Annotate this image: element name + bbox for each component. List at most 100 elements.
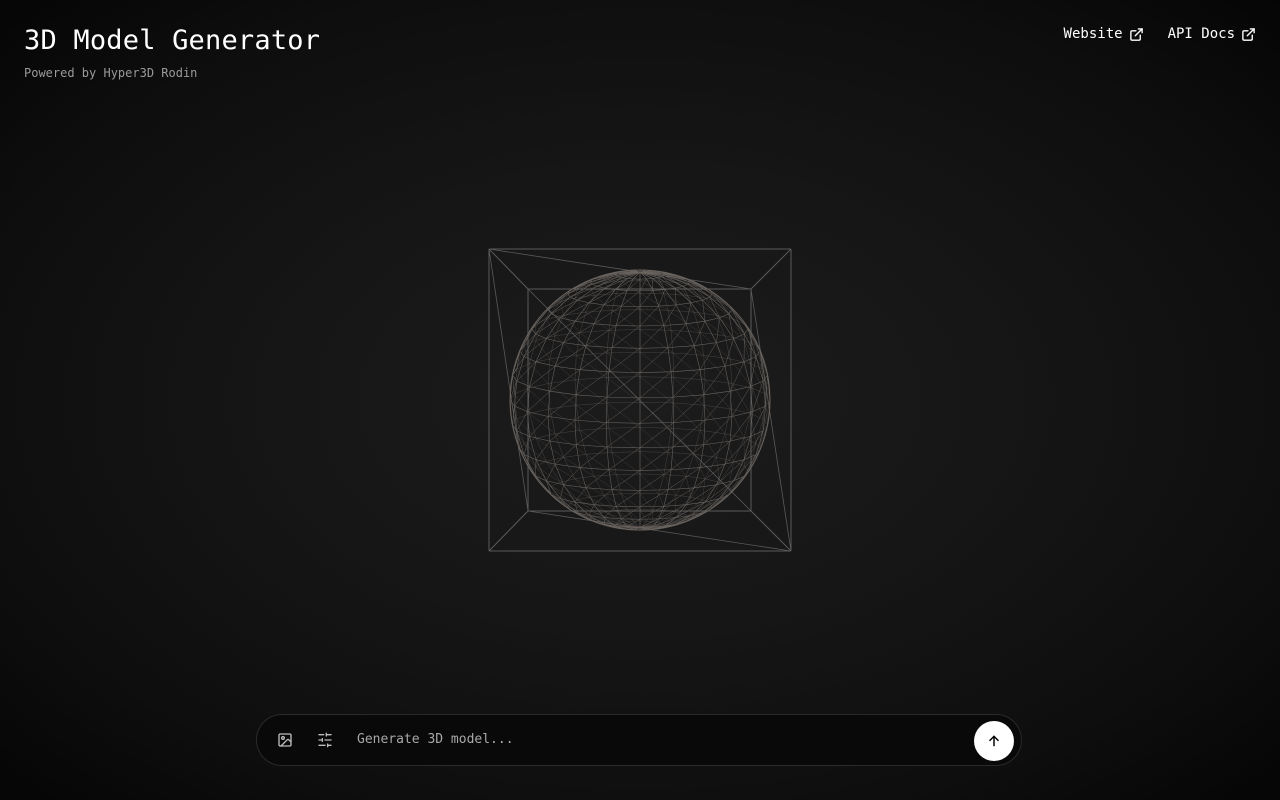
sphere-edge: [733, 438, 745, 462]
sphere-edge: [639, 347, 668, 349]
sphere-edge: [563, 457, 576, 479]
sphere-edge: [639, 376, 674, 403]
sphere-edge: [724, 366, 731, 392]
sphere-edge: [652, 509, 665, 511]
sphere-edge: [724, 441, 731, 465]
wireframe-model[interactable]: [480, 240, 800, 560]
sphere-edge: [608, 371, 641, 373]
sphere-edge: [702, 299, 720, 318]
sphere-edge: [731, 386, 751, 417]
sphere-edge: [606, 402, 641, 428]
sphere-edge: [639, 422, 674, 424]
sphere-edge: [765, 375, 768, 407]
sphere-edge: [594, 323, 617, 326]
sphere-edge: [574, 501, 595, 505]
sphere-edge: [551, 494, 568, 507]
sphere-edge: [639, 376, 674, 378]
sphere-edge: [551, 293, 568, 306]
sphere-edge: [672, 352, 704, 356]
sphere-edge: [576, 371, 610, 396]
sphere-edge: [549, 441, 556, 465]
sphere-edge: [535, 361, 556, 367]
sphere-edge: [523, 338, 547, 357]
sphere-edge: [639, 427, 669, 453]
sphere-edge: [523, 436, 530, 455]
sphere-edge: [683, 513, 689, 516]
website-link[interactable]: Website: [1064, 26, 1144, 42]
sphere-edge: [579, 332, 608, 354]
sphere-edge: [639, 489, 668, 491]
sphere-edge: [672, 444, 704, 448]
sphere-edge: [549, 440, 577, 445]
sphere-edge: [611, 325, 617, 348]
sphere-edge: [535, 335, 556, 341]
sphere-edge: [639, 325, 664, 327]
sliders-icon: [318, 732, 332, 748]
sphere-edge: [585, 323, 595, 346]
sphere-edge: [603, 290, 628, 306]
sphere-edge: [639, 469, 672, 491]
sphere-edge: [535, 340, 550, 359]
sphere-edge: [523, 443, 547, 462]
sphere-edge: [639, 290, 654, 307]
sphere-edge: [616, 474, 641, 494]
sphere-edge: [576, 402, 608, 406]
sphere-edge: [652, 278, 666, 290]
frame-edge: [488, 248, 529, 290]
sphere-edge: [699, 369, 705, 395]
sphere-edge: [699, 444, 705, 468]
frame-edge: [750, 248, 792, 290]
sphere-edge: [716, 342, 726, 367]
sphere-edge: [606, 377, 641, 403]
sphere-edge: [667, 467, 701, 490]
sphere-edge: [579, 330, 609, 333]
sphere-edge: [639, 371, 672, 399]
sphere-edge: [591, 513, 597, 516]
sphere-edge: [614, 278, 628, 290]
sphere-edge: [577, 299, 589, 304]
sphere-edge: [744, 323, 761, 352]
sphere-edge: [523, 323, 536, 346]
sphere-edge: [658, 493, 665, 511]
sphere-edge: [667, 310, 701, 333]
sphere-edge: [673, 394, 704, 423]
model-viewport[interactable]: [480, 240, 800, 560]
sphere-edge: [603, 289, 616, 306]
sphere-edge: [657, 277, 676, 289]
sphere-edge: [606, 376, 641, 378]
sphere-edge: [606, 423, 641, 448]
sphere-edge: [672, 402, 704, 406]
prompt-input[interactable]: [357, 728, 957, 750]
sphere-edge: [514, 393, 530, 414]
api-docs-link[interactable]: API Docs: [1168, 26, 1256, 42]
sphere-edge: [606, 446, 610, 470]
sphere-edge: [622, 277, 628, 279]
upload-image-button[interactable]: [273, 728, 297, 752]
sphere-edge: [685, 476, 692, 498]
sphere-edge: [639, 493, 653, 510]
sphere-edge: [611, 470, 641, 490]
sphere-edge: [652, 289, 665, 291]
sphere-edge: [574, 320, 595, 325]
submit-button[interactable]: [974, 721, 1014, 761]
sphere-edge: [663, 325, 669, 348]
sphere-edge: [672, 419, 706, 448]
sphere-edge: [574, 379, 577, 406]
sphere-edge: [560, 478, 576, 483]
sphere-edge: [612, 451, 641, 453]
sphere-edge: [514, 405, 528, 412]
sphere-edge: [596, 513, 623, 523]
settings-button[interactable]: [313, 728, 337, 752]
sphere-edge: [621, 281, 641, 294]
sphere-edge: [531, 465, 536, 472]
sphere-edge: [639, 402, 672, 429]
sphere-edge: [744, 323, 757, 346]
sphere-edge: [673, 419, 706, 423]
sphere-edge: [639, 309, 672, 331]
sphere-edge: [594, 474, 617, 477]
sphere-edge: [585, 310, 613, 313]
sphere-edge: [546, 461, 576, 479]
sphere-edge: [724, 361, 745, 367]
sphere-edge: [523, 438, 537, 444]
sphere-edge: [664, 289, 677, 306]
